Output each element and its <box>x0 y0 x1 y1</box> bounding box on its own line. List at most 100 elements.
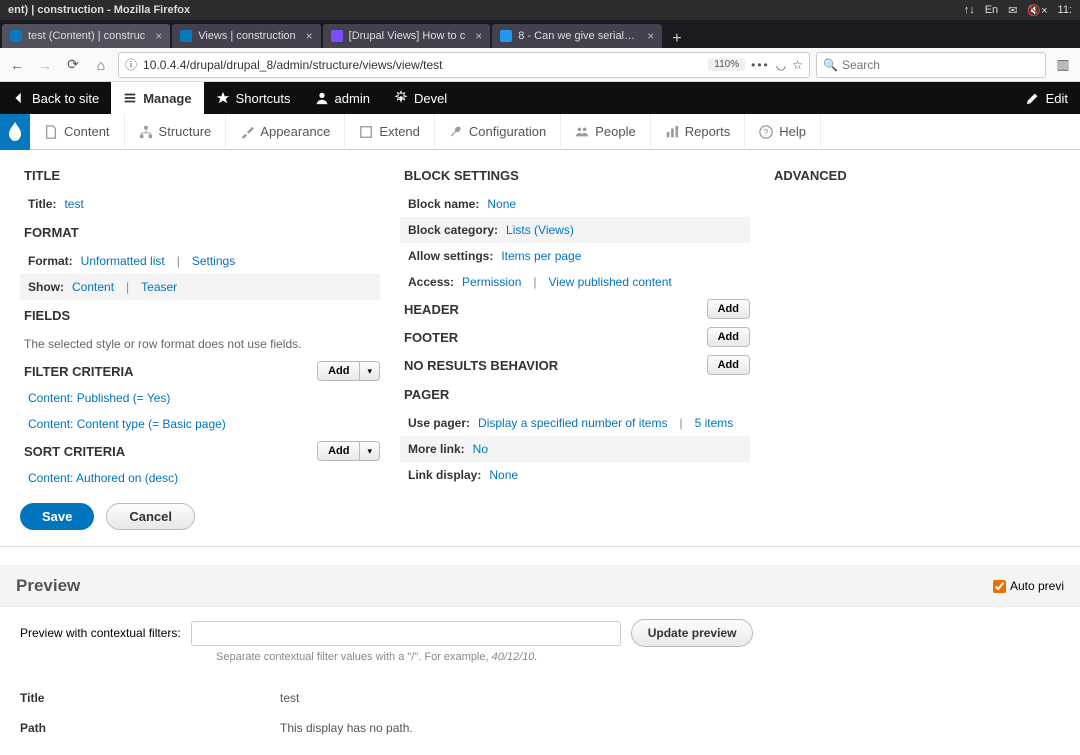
format-settings-link[interactable]: Settings <box>192 254 235 268</box>
access-link[interactable]: Permission <box>462 275 521 289</box>
shortcuts-button[interactable]: Shortcuts <box>204 82 303 114</box>
drupal-icon <box>7 122 23 142</box>
filter-row: Content: Content type (= Basic page) <box>20 411 380 437</box>
admin-reports[interactable]: Reports <box>651 114 746 149</box>
block-name-link[interactable]: None <box>487 197 516 211</box>
back-button[interactable]: ← <box>6 54 28 76</box>
title-label: Title: <box>28 197 56 211</box>
save-button[interactable]: Save <box>20 503 94 530</box>
pager-label: Use pager: <box>408 416 470 430</box>
footer-section: FOOTER <box>404 328 458 347</box>
admin-content[interactable]: Content <box>30 114 125 149</box>
pocket-icon[interactable]: ◡ <box>776 58 786 72</box>
fields-helper: The selected style or row format does no… <box>20 331 380 357</box>
sort-add-dropdown[interactable]: ▾ <box>360 441 380 461</box>
browser-toolbar: ← → ⟳ ⌂ ⓘ 10.0.4.4/drupal/drupal_8/admin… <box>0 48 1080 82</box>
more-label: More link: <box>408 442 465 456</box>
admin-appearance[interactable]: Appearance <box>226 114 345 149</box>
hamburger-icon <box>123 91 137 105</box>
views-col-mid: BLOCK SETTINGS Block name: None Block ca… <box>400 160 750 491</box>
back-to-site[interactable]: Back to site <box>0 82 111 114</box>
admin-extend[interactable]: Extend <box>345 114 434 149</box>
mail-icon[interactable]: ✉ <box>1008 4 1017 17</box>
preview-body: Preview with contextual filters: Update … <box>0 607 1080 755</box>
browser-tab[interactable]: [Drupal Views] How to c × <box>323 24 491 48</box>
forward-button[interactable]: → <box>34 54 56 76</box>
drupal-logo-icon[interactable] <box>0 114 30 150</box>
footer-add-button[interactable]: Add <box>707 327 750 347</box>
block-category-link[interactable]: Lists (Views) <box>506 223 574 237</box>
admin-people[interactable]: People <box>561 114 650 149</box>
volume-icon[interactable]: 🔇× <box>1027 4 1047 17</box>
close-icon[interactable]: × <box>475 29 482 43</box>
admin-configuration[interactable]: Configuration <box>435 114 561 149</box>
devel-button[interactable]: Devel <box>382 82 459 114</box>
noresults-add-button[interactable]: Add <box>707 355 750 375</box>
pager-items-link[interactable]: 5 items <box>695 416 734 430</box>
pager-section: PAGER <box>400 379 750 410</box>
teaser-link[interactable]: Teaser <box>141 280 177 294</box>
sort-link[interactable]: Content: Authored on (desc) <box>28 471 178 485</box>
manage-button[interactable]: Manage <box>111 82 203 114</box>
puzzle-icon <box>359 125 373 139</box>
browser-tab[interactable]: 8 - Can we give serial nu × <box>492 24 662 48</box>
update-preview-button[interactable]: Update preview <box>631 619 754 647</box>
linkdisplay-link[interactable]: None <box>489 468 518 482</box>
keyboard-lang[interactable]: En <box>985 4 998 16</box>
sort-add-button[interactable]: Add <box>317 441 360 461</box>
clock: 11: <box>1058 4 1072 16</box>
library-icon[interactable]: ▥ <box>1052 54 1074 76</box>
pager-row: Use pager: Display a specified number of… <box>400 410 750 436</box>
search-bar[interactable]: 🔍 <box>816 52 1046 78</box>
search-input[interactable] <box>842 58 1039 72</box>
filter-row: Content: Published (= Yes) <box>20 385 380 411</box>
title-link[interactable]: test <box>64 197 83 211</box>
contextual-hint: Separate contextual filter values with a… <box>216 651 1060 663</box>
auto-preview-checkbox[interactable] <box>993 580 1006 593</box>
sort-section: SORT CRITERIA <box>24 442 125 461</box>
drupal-admin-menu: Content Structure Appearance Extend Conf… <box>0 114 1080 150</box>
allow-link[interactable]: Items per page <box>501 249 581 263</box>
footer-bar: FOOTER Add <box>400 323 750 351</box>
page-actions[interactable]: ••• <box>751 58 770 72</box>
filter-add-dropdown[interactable]: ▾ <box>360 361 380 381</box>
contextual-filters-input[interactable] <box>191 621 621 646</box>
allow-settings-row: Allow settings: Items per page <box>400 243 750 269</box>
tab-label: 8 - Can we give serial nu <box>518 30 637 42</box>
brush-icon <box>240 125 254 139</box>
close-icon[interactable]: × <box>647 29 654 43</box>
close-icon[interactable]: × <box>306 29 313 43</box>
pager-link[interactable]: Display a specified number of items <box>478 416 667 430</box>
network-icon[interactable]: ↑↓ <box>964 4 975 16</box>
home-button[interactable]: ⌂ <box>90 54 112 76</box>
close-icon[interactable]: × <box>155 29 162 43</box>
bookmark-icon[interactable]: ☆ <box>792 58 803 72</box>
cancel-button[interactable]: Cancel <box>106 503 195 530</box>
more-link[interactable]: No <box>473 442 488 456</box>
chevron-left-icon <box>12 91 26 105</box>
edit-button[interactable]: Edit <box>1014 82 1080 114</box>
address-bar[interactable]: ⓘ 10.0.4.4/drupal/drupal_8/admin/structu… <box>118 52 810 78</box>
filter-link[interactable]: Content: Content type (= Basic page) <box>28 417 226 431</box>
zoom-level[interactable]: 110% <box>708 58 745 71</box>
os-top-bar: ent) | construction - Mozilla Firefox ↑↓… <box>0 0 1080 20</box>
drupal-toolbar: Back to site Manage Shortcuts admin Deve… <box>0 82 1080 114</box>
advanced-section[interactable]: ADVANCED <box>770 160 1060 191</box>
admin-help[interactable]: ?Help <box>745 114 821 149</box>
format-link[interactable]: Unformatted list <box>81 254 165 268</box>
browser-tab[interactable]: test (Content) | construc × <box>2 24 170 48</box>
user-menu[interactable]: admin <box>303 82 382 114</box>
format-row: Format: Unformatted list | Settings <box>20 248 380 274</box>
browser-tab[interactable]: Views | construction × <box>172 24 320 48</box>
admin-structure[interactable]: Structure <box>125 114 227 149</box>
new-tab-button[interactable]: + <box>664 30 689 48</box>
filter-add-button[interactable]: Add <box>317 361 360 381</box>
header-add-button[interactable]: Add <box>707 299 750 319</box>
reload-button[interactable]: ⟳ <box>62 54 84 76</box>
access-perm-link[interactable]: View published content <box>549 275 672 289</box>
filter-link[interactable]: Content: Published (= Yes) <box>28 391 170 405</box>
info-icon[interactable]: ⓘ <box>125 56 137 73</box>
show-link[interactable]: Content <box>72 280 114 294</box>
auto-preview-toggle[interactable]: Auto previ <box>993 579 1064 593</box>
favicon-icon <box>500 30 512 42</box>
